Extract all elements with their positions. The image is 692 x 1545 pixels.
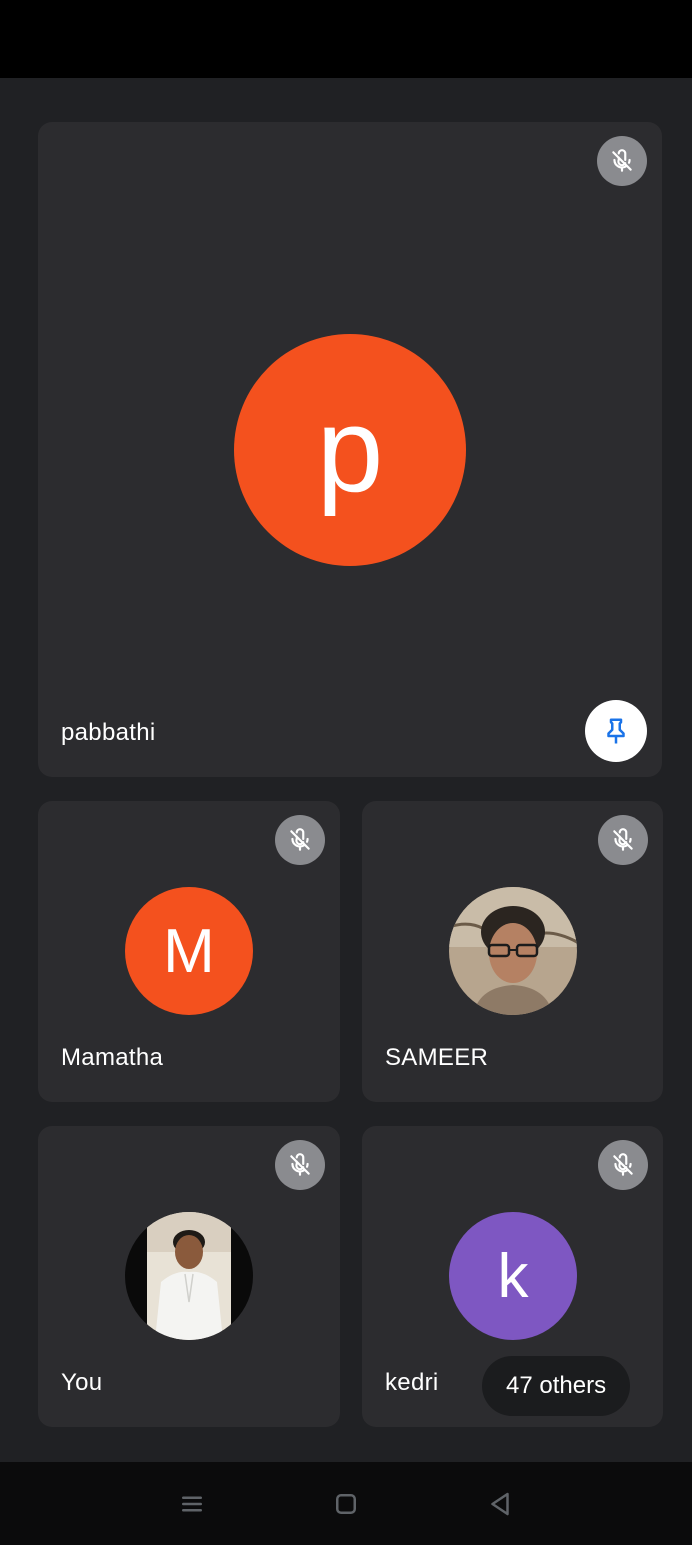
mic-off-icon: [275, 815, 325, 865]
participant-name: Mamatha: [61, 1044, 164, 1071]
participant-tile-self[interactable]: You: [38, 1126, 340, 1427]
profile-photo: [449, 887, 577, 1015]
participant-tile[interactable]: k kedri 47 others: [362, 1126, 663, 1427]
pin-icon: [607, 718, 625, 744]
mic-off-icon: [597, 136, 647, 186]
profile-photo: [125, 1212, 253, 1340]
participant-tile[interactable]: SAMEER: [362, 801, 663, 1102]
avatar: k: [449, 1212, 577, 1340]
avatar-initial: M: [163, 916, 215, 986]
participant-name: You: [61, 1369, 103, 1396]
pin-button[interactable]: [585, 700, 647, 762]
participant-name: SAMEER: [385, 1044, 489, 1071]
home-icon[interactable]: [329, 1487, 363, 1521]
others-button[interactable]: 47 others: [482, 1356, 631, 1416]
mic-off-icon: [275, 1140, 325, 1190]
avatar: p: [234, 334, 466, 566]
participant-name: kedri: [385, 1369, 439, 1396]
mic-off-icon: [598, 1140, 648, 1190]
mic-off-icon: [598, 815, 648, 865]
menu-icon[interactable]: [175, 1487, 209, 1521]
status-bar: [0, 0, 692, 78]
avatar-initial: p: [316, 383, 384, 517]
back-icon[interactable]: [483, 1487, 517, 1521]
participant-tile-pinned[interactable]: p pabbathi: [38, 122, 662, 777]
meeting-grid: p pabbathi M Mamatha SAMEER You k kedri …: [0, 78, 692, 1462]
participant-tile[interactable]: M Mamatha: [38, 801, 340, 1102]
avatar: M: [125, 887, 253, 1015]
system-nav-bar: [0, 1462, 692, 1545]
avatar-initial: k: [497, 1241, 529, 1311]
participant-name: pabbathi: [61, 719, 156, 746]
